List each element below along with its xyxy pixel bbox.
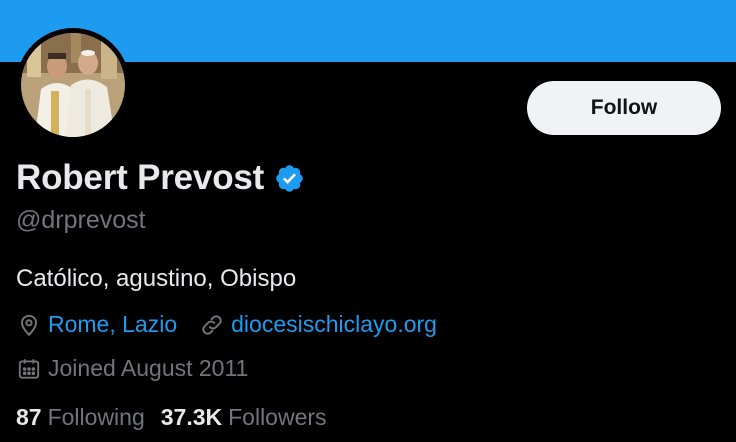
calendar-icon xyxy=(16,356,42,382)
location: Rome, Lazio xyxy=(16,311,177,338)
followers-label: Followers xyxy=(228,404,327,430)
website-link[interactable]: diocesischiclayo.org xyxy=(231,311,437,338)
handle: @drprevost xyxy=(16,206,146,234)
followers-stat[interactable]: 37.3K Followers xyxy=(161,404,327,431)
following-stat[interactable]: 87 Following xyxy=(16,404,145,431)
location-pin-icon xyxy=(16,312,42,338)
joined-text: Joined August 2011 xyxy=(48,355,249,381)
following-count: 87 xyxy=(16,404,42,430)
joined-date: Joined August 2011 xyxy=(16,355,248,382)
avatar[interactable] xyxy=(16,28,130,142)
website[interactable]: diocesischiclayo.org xyxy=(199,311,437,338)
follow-button[interactable]: Follow xyxy=(527,81,721,135)
link-icon xyxy=(199,312,225,338)
display-name: Robert Prevost xyxy=(16,158,265,197)
bio: Católico, agustino, Obispo xyxy=(16,265,297,292)
display-name-row: Robert Prevost xyxy=(16,156,305,200)
location-text: Rome, Lazio xyxy=(48,311,178,337)
verified-check-icon[interactable] xyxy=(274,163,305,194)
profile-meta-row: Rome, Lazio diocesischiclayo.org xyxy=(16,311,459,338)
followers-count: 37.3K xyxy=(160,404,223,430)
follow-stats: 87 Following 37.3K Followers xyxy=(16,404,343,431)
avatar-photo xyxy=(21,33,125,137)
following-label: Following xyxy=(47,404,145,430)
